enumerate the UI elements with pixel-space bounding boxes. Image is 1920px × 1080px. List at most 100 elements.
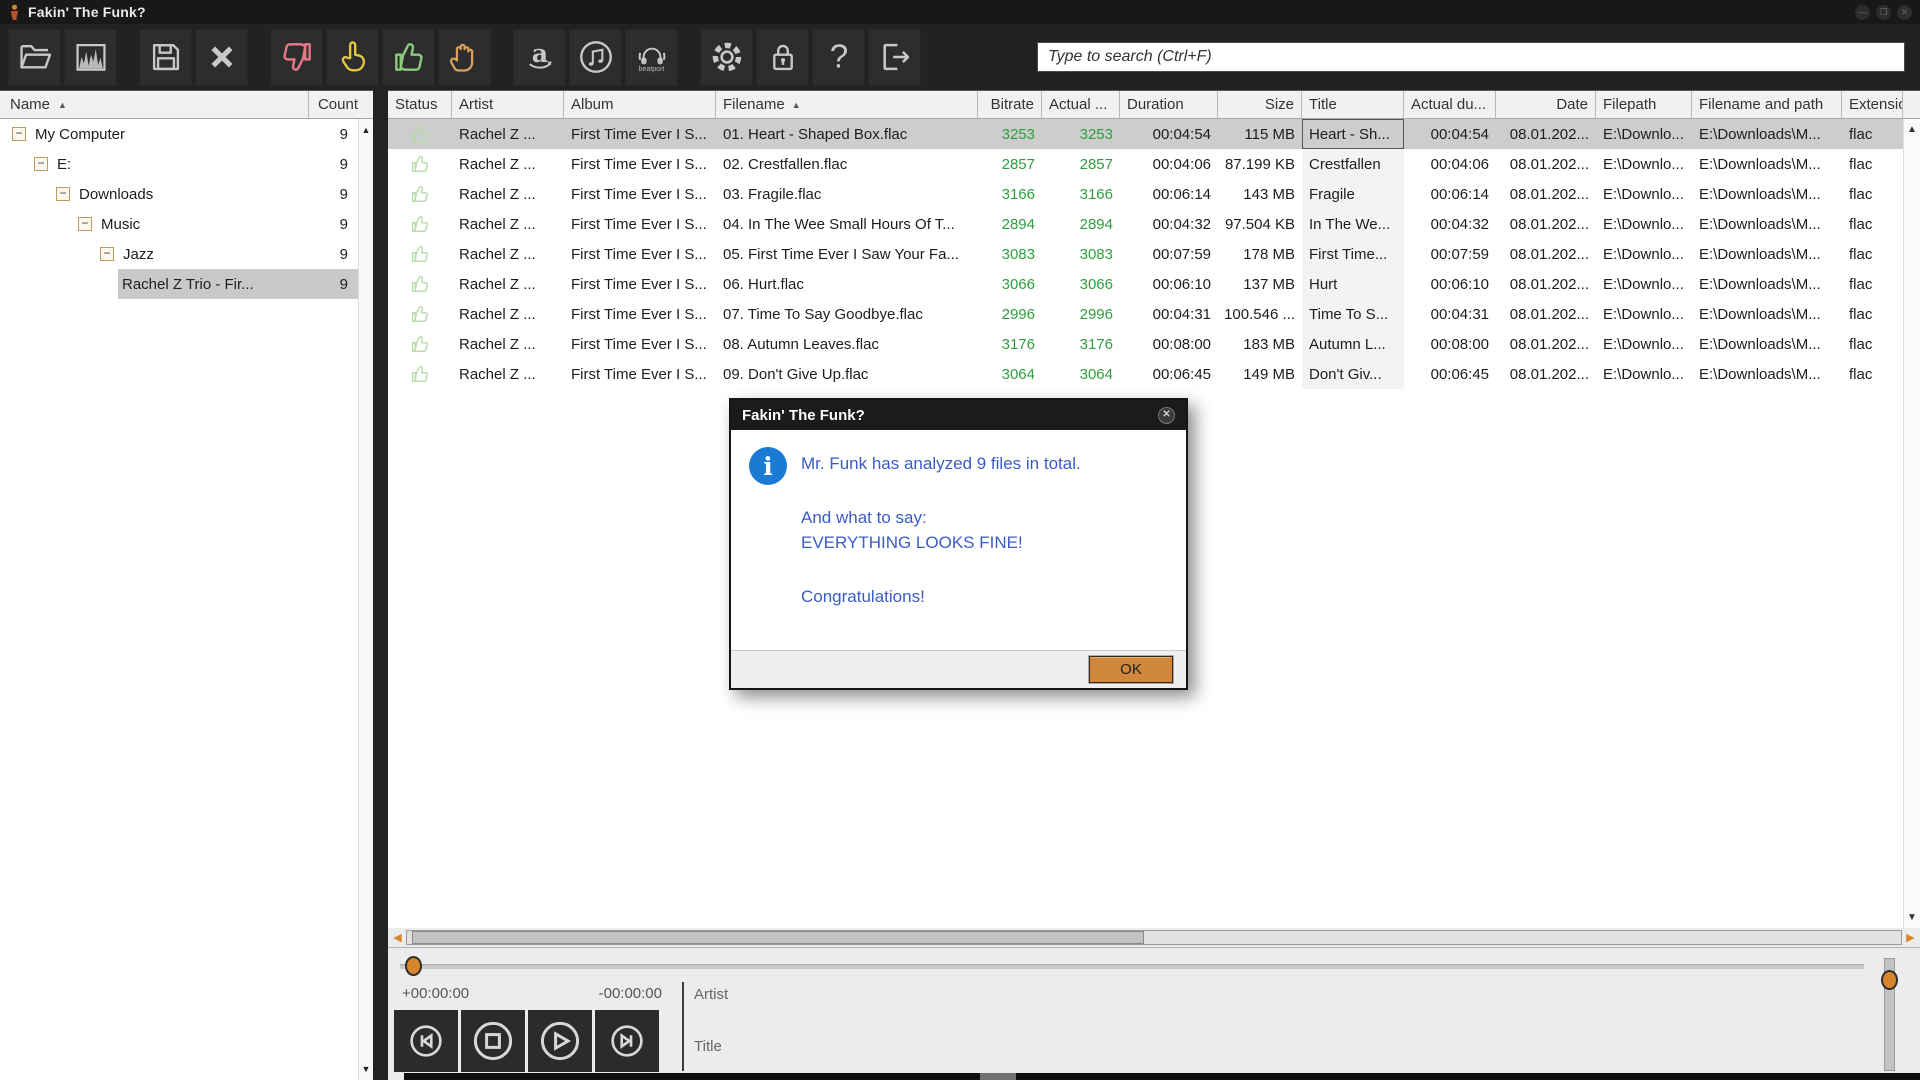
column-header-label: Duration xyxy=(1127,96,1184,113)
mark-good-button[interactable] xyxy=(382,28,435,86)
stop-button[interactable] xyxy=(461,1010,525,1072)
column-header-filepath[interactable]: Filepath xyxy=(1596,91,1692,118)
seek-slider-track[interactable] xyxy=(400,964,1864,969)
table-row[interactable]: Rachel Z ... First Time Ever I S... 07. Ti… xyxy=(388,299,1920,329)
scroll-left-icon[interactable]: ◀ xyxy=(391,931,404,944)
table-row[interactable]: Rachel Z ... First Time Ever I S... 01. He… xyxy=(388,119,1920,149)
scroll-right-icon[interactable]: ▶ xyxy=(1904,931,1917,944)
open-folder-button[interactable] xyxy=(8,28,61,86)
cell-actual_duration: 00:04:06 xyxy=(1430,155,1489,173)
cell-date: 08.01.202... xyxy=(1509,275,1589,293)
tree-item-count: 9 xyxy=(339,245,348,263)
exit-button[interactable] xyxy=(868,28,921,86)
cell-bitrate: 2857 xyxy=(1001,155,1035,173)
table-row[interactable]: Rachel Z ... First Time Ever I S... 02. Cr… xyxy=(388,149,1920,179)
close-button[interactable]: ✕ xyxy=(1897,4,1912,20)
cell-bitrate: 2996 xyxy=(1001,305,1035,323)
column-header-bitrate[interactable]: Bitrate xyxy=(978,91,1042,118)
settings-button[interactable] xyxy=(700,28,753,86)
tree-header-name[interactable]: Name ▲ xyxy=(0,91,309,118)
tree-item-my-computer[interactable]: − My Computer 9 xyxy=(0,119,358,149)
panel-divider[interactable] xyxy=(373,90,388,1080)
itunes-lookup-button[interactable] xyxy=(569,28,622,86)
horizontal-scroll-thumb[interactable] xyxy=(412,931,1145,944)
column-header-extension[interactable]: Extensio... xyxy=(1842,91,1903,118)
cell-title: In The We... xyxy=(1302,209,1404,239)
column-header-artist[interactable]: Artist xyxy=(452,91,564,118)
column-header-label: Extensio... xyxy=(1849,96,1902,113)
column-header-status[interactable]: Status xyxy=(388,91,452,118)
delete-button[interactable] xyxy=(195,28,248,86)
dialog-close-button[interactable]: ✕ xyxy=(1158,406,1175,424)
scroll-down-icon[interactable]: ▼ xyxy=(359,1064,373,1074)
ok-button[interactable]: OK xyxy=(1089,656,1173,683)
maximize-button[interactable]: ❐ xyxy=(1876,4,1891,20)
collapse-icon[interactable]: − xyxy=(12,127,26,141)
beatport-lookup-button[interactable]: beatport xyxy=(625,28,678,86)
cell-actual_bitrate: 2894 xyxy=(1079,215,1113,233)
tree-item-downloads[interactable]: − Downloads 9 xyxy=(0,179,358,209)
column-header-date[interactable]: Date xyxy=(1496,91,1596,118)
spectrum-analyzer-button[interactable] xyxy=(64,28,117,86)
column-header-duration[interactable]: Duration xyxy=(1120,91,1218,118)
lock-button[interactable] xyxy=(756,28,809,86)
column-header-actual_bitrate[interactable]: Actual ... xyxy=(1042,91,1120,118)
tree-scrollbar[interactable]: ▲ ▼ xyxy=(358,119,373,1080)
collapse-icon[interactable]: − xyxy=(78,217,92,231)
cell-bitrate: 2894 xyxy=(1001,215,1035,233)
table-row[interactable]: Rachel Z ... First Time Ever I S... 03. Fr… xyxy=(388,179,1920,209)
svg-text:a: a xyxy=(531,38,547,68)
help-button[interactable]: ? xyxy=(812,28,865,86)
mark-suspicious-button[interactable] xyxy=(326,28,379,86)
minimize-button[interactable]: — xyxy=(1855,4,1870,20)
scroll-up-icon[interactable]: ▲ xyxy=(359,125,373,135)
skip-forward-button[interactable] xyxy=(595,1010,659,1072)
column-header-actual_duration[interactable]: Actual du... xyxy=(1404,91,1496,118)
cell-artist: Rachel Z ... xyxy=(459,155,536,173)
tree-item-rachel-z-trio-fir[interactable]: Rachel Z Trio - Fir... 9 xyxy=(0,269,358,299)
collapse-icon[interactable]: − xyxy=(100,247,114,261)
skip-back-button[interactable] xyxy=(394,1010,458,1072)
table-row[interactable]: Rachel Z ... First Time Ever I S... 04. In… xyxy=(388,209,1920,239)
column-header-size[interactable]: Size xyxy=(1218,91,1302,118)
cell-status xyxy=(388,179,452,209)
column-header-album[interactable]: Album xyxy=(564,91,716,118)
cell-album: First Time Ever I S... xyxy=(571,305,707,323)
cell-actual_bitrate: 3083 xyxy=(1079,245,1113,263)
table-horizontal-scrollbar[interactable]: ◀ ▶ xyxy=(388,928,1920,948)
table-row[interactable]: Rachel Z ... First Time Ever I S... 09. Do… xyxy=(388,359,1920,389)
tree-item-count: 9 xyxy=(339,275,348,293)
table-row[interactable]: Rachel Z ... First Time Ever I S... 05. Fi… xyxy=(388,239,1920,269)
tree-item-jazz[interactable]: − Jazz 9 xyxy=(0,239,358,269)
cell-filename_and_path: E:\Downloads\M... xyxy=(1699,185,1821,203)
seek-slider-knob[interactable] xyxy=(405,956,422,976)
scroll-down-icon[interactable]: ▼ xyxy=(1904,912,1920,923)
scroll-up-icon[interactable]: ▲ xyxy=(1904,124,1920,135)
save-button[interactable] xyxy=(139,28,192,86)
mark-hold-button[interactable] xyxy=(438,28,491,86)
tree-header-count[interactable]: Count xyxy=(309,96,373,113)
table-row[interactable]: Rachel Z ... First Time Ever I S... 06. Hu… xyxy=(388,269,1920,299)
folder-tree: − My Computer 9− E: 9− Downloads 9− Music 9− Jazz… xyxy=(0,119,358,1080)
cell-actual_duration: 00:04:32 xyxy=(1430,215,1489,233)
cell-status xyxy=(388,149,452,179)
exit-door-icon xyxy=(882,43,909,71)
column-header-filename_and_path[interactable]: Filename and path xyxy=(1692,91,1842,118)
tree-item-e[interactable]: − E: 9 xyxy=(0,149,358,179)
cell-artist: Rachel Z ... xyxy=(459,275,536,293)
search-input[interactable] xyxy=(1037,42,1905,72)
column-header-title[interactable]: Title xyxy=(1302,91,1404,118)
volume-slider-knob[interactable] xyxy=(1881,970,1898,990)
tree-item-music[interactable]: − Music 9 xyxy=(0,209,358,239)
mark-fake-button[interactable] xyxy=(270,28,323,86)
table-vertical-scrollbar[interactable]: ▲ ▼ xyxy=(1903,119,1920,928)
table-row[interactable]: Rachel Z ... First Time Ever I S... 08. Au… xyxy=(388,329,1920,359)
collapse-icon[interactable]: − xyxy=(34,157,48,171)
column-header-filename[interactable]: Filename ▲ xyxy=(716,91,978,118)
play-button[interactable] xyxy=(528,1010,592,1072)
collapse-icon[interactable]: − xyxy=(56,187,70,201)
cell-filename_and_path: E:\Downloads\M... xyxy=(1699,215,1821,233)
cell-filepath: E:\Downlo... xyxy=(1603,185,1684,203)
horizontal-scroll-track[interactable] xyxy=(406,930,1902,945)
amazon-lookup-button[interactable]: a xyxy=(513,28,566,86)
